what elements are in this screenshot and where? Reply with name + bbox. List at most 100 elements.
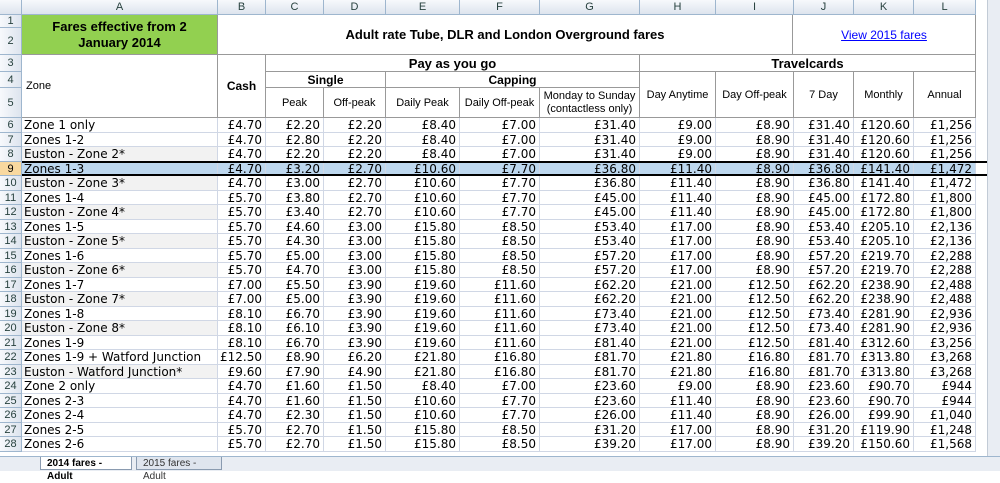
fare-cell[interactable]: £16.80 <box>716 350 794 365</box>
row-header[interactable]: 22 <box>0 350 22 365</box>
fare-cell[interactable]: £3.00 <box>266 176 324 191</box>
fare-cell[interactable]: £2,288 <box>914 249 976 263</box>
fare-cell[interactable]: £8.90 <box>716 205 794 220</box>
zone-cell[interactable]: Zones 1-2 <box>22 133 218 147</box>
fare-cell[interactable]: £1,040 <box>914 408 976 423</box>
fare-cell[interactable]: £36.80 <box>540 162 640 176</box>
fare-cell[interactable]: £8.90 <box>716 191 794 205</box>
fare-cell[interactable]: £3.00 <box>324 263 386 278</box>
fare-cell[interactable]: £5.70 <box>218 263 266 278</box>
fare-cell[interactable]: £4.70 <box>218 394 266 408</box>
fare-cell[interactable]: £944 <box>914 379 976 394</box>
fare-cell[interactable]: £81.70 <box>794 365 854 379</box>
zone-cell[interactable]: Zones 1-8 <box>22 307 218 321</box>
fare-cell[interactable]: £9.00 <box>640 379 716 394</box>
fare-cell[interactable]: £4.70 <box>218 379 266 394</box>
fare-cell[interactable]: £1,256 <box>914 147 976 162</box>
fare-cell[interactable]: £62.20 <box>794 278 854 292</box>
fare-cell[interactable]: £3.90 <box>324 307 386 321</box>
fare-cell[interactable]: £62.20 <box>540 278 640 292</box>
fare-cell[interactable]: £11.40 <box>640 162 716 176</box>
fare-cell[interactable]: £8.90 <box>716 162 794 176</box>
fare-cell[interactable]: £8.90 <box>716 118 794 133</box>
fare-cell[interactable]: £1.50 <box>324 408 386 423</box>
zone-cell[interactable]: Zones 2-4 <box>22 408 218 423</box>
fare-cell[interactable]: £15.80 <box>386 234 460 249</box>
fare-cell[interactable]: £8.90 <box>716 379 794 394</box>
fare-cell[interactable]: £8.10 <box>218 336 266 350</box>
fare-cell[interactable]: £1.50 <box>324 394 386 408</box>
row-header[interactable]: 10 <box>0 176 22 191</box>
fare-cell[interactable]: £238.90 <box>854 278 914 292</box>
fare-cell[interactable]: £119.90 <box>854 423 914 437</box>
fare-cell[interactable]: £31.40 <box>540 118 640 133</box>
fare-cell[interactable]: £1,248 <box>914 423 976 437</box>
zone-cell[interactable]: Euston - Watford Junction* <box>22 365 218 379</box>
header-monthly[interactable]: Monthly <box>854 72 914 118</box>
fare-cell[interactable]: £53.40 <box>794 234 854 249</box>
fare-cell[interactable]: £4.70 <box>218 118 266 133</box>
row-header[interactable]: 19 <box>0 307 22 321</box>
fare-cell[interactable]: £281.90 <box>854 321 914 336</box>
fare-cell[interactable]: £21.00 <box>640 292 716 307</box>
fare-cell[interactable]: £8.90 <box>716 408 794 423</box>
row-header[interactable]: 7 <box>0 133 22 147</box>
fare-cell[interactable]: £2.70 <box>266 437 324 452</box>
fare-cell[interactable]: £81.70 <box>794 350 854 365</box>
row-header[interactable]: 9 <box>0 162 22 176</box>
fare-cell[interactable]: £150.60 <box>854 437 914 452</box>
fare-cell[interactable]: £62.20 <box>540 292 640 307</box>
fare-cell[interactable]: £313.80 <box>854 350 914 365</box>
fare-cell[interactable]: £15.80 <box>386 437 460 452</box>
fare-cell[interactable]: £21.00 <box>640 336 716 350</box>
fare-cell[interactable]: £21.00 <box>640 321 716 336</box>
row-header[interactable]: 16 <box>0 263 22 278</box>
fare-cell[interactable]: £8.90 <box>716 133 794 147</box>
fare-cell[interactable]: £45.00 <box>540 205 640 220</box>
fare-cell[interactable]: £31.40 <box>794 118 854 133</box>
column-header[interactable]: G <box>540 0 640 15</box>
row-header[interactable]: 15 <box>0 249 22 263</box>
fare-cell[interactable]: £5.70 <box>218 191 266 205</box>
fare-cell[interactable]: £21.00 <box>640 307 716 321</box>
fare-cell[interactable]: £8.90 <box>716 394 794 408</box>
column-header[interactable]: J <box>794 0 854 15</box>
fare-cell[interactable]: £1.50 <box>324 437 386 452</box>
fare-cell[interactable]: £57.20 <box>540 249 640 263</box>
fare-cell[interactable]: £2,136 <box>914 220 976 234</box>
fare-cell[interactable]: £73.40 <box>540 321 640 336</box>
fare-cell[interactable]: £3.00 <box>324 234 386 249</box>
fare-cell[interactable]: £11.60 <box>460 278 540 292</box>
vertical-scrollbar[interactable] <box>987 0 1000 456</box>
fare-cell[interactable]: £99.90 <box>854 408 914 423</box>
fare-cell[interactable]: £12.50 <box>716 321 794 336</box>
fare-cell[interactable]: £10.60 <box>386 408 460 423</box>
fare-cell[interactable]: £81.40 <box>540 336 640 350</box>
fare-cell[interactable]: £141.40 <box>854 162 914 176</box>
fare-cell[interactable]: £11.60 <box>460 321 540 336</box>
fare-cell[interactable]: £205.10 <box>854 220 914 234</box>
fare-cell[interactable]: £11.60 <box>460 307 540 321</box>
fare-cell[interactable]: £120.60 <box>854 118 914 133</box>
fare-cell[interactable]: £21.80 <box>640 350 716 365</box>
fare-cell[interactable]: £26.00 <box>540 408 640 423</box>
fare-cell[interactable]: £1.60 <box>266 394 324 408</box>
fare-cell[interactable]: £5.70 <box>218 249 266 263</box>
fare-cell[interactable]: £17.00 <box>640 423 716 437</box>
column-header[interactable]: I <box>716 0 794 15</box>
header-daily-off-peak[interactable]: Daily Off-peak <box>460 88 540 118</box>
fare-cell[interactable]: £57.20 <box>794 263 854 278</box>
fare-cell[interactable]: £1,256 <box>914 133 976 147</box>
fare-cell[interactable]: £2.20 <box>266 118 324 133</box>
fare-cell[interactable]: £53.40 <box>794 220 854 234</box>
fare-cell[interactable]: £8.90 <box>716 176 794 191</box>
fare-cell[interactable]: £8.40 <box>386 379 460 394</box>
fare-cell[interactable]: £17.00 <box>640 263 716 278</box>
header-single[interactable]: Single <box>266 72 386 88</box>
fare-cell[interactable]: £8.40 <box>386 118 460 133</box>
fare-cell[interactable]: £23.60 <box>540 394 640 408</box>
fare-cell[interactable]: £1,800 <box>914 205 976 220</box>
fare-cell[interactable]: £5.50 <box>266 278 324 292</box>
zone-cell[interactable]: Zones 1-3 <box>22 162 218 176</box>
fare-cell[interactable]: £8.10 <box>218 307 266 321</box>
